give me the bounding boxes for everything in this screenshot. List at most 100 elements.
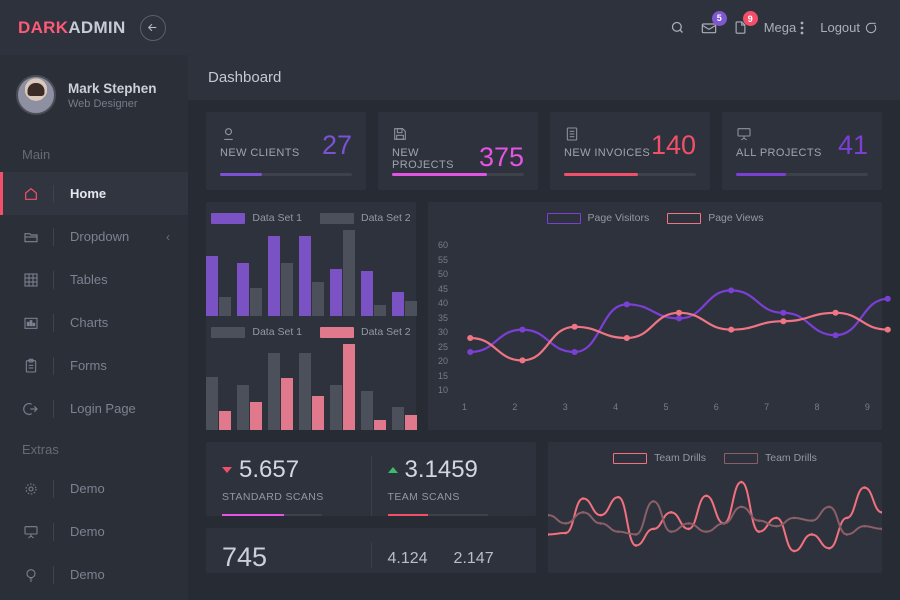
- x-tick: 9: [864, 402, 870, 412]
- legend-swatch: [320, 212, 354, 224]
- trend-up-icon: [387, 467, 398, 473]
- stat-value: 375: [478, 142, 524, 172]
- mega-menu-button[interactable]: Mega: [764, 20, 805, 35]
- y-tick: 40: [438, 298, 449, 308]
- y-tick: 15: [438, 370, 449, 381]
- home-icon: [22, 185, 39, 202]
- team-drills-card: Team Drills Team Drills: [546, 442, 884, 573]
- sidebar-item-label: Demo: [70, 524, 105, 539]
- sidebar-item-demo-2[interactable]: Demo: [0, 510, 188, 553]
- sidebar-item-demo-1[interactable]: Demo: [0, 467, 188, 510]
- stat-card-new-projects[interactable]: NEW PROJECTS 375: [378, 112, 538, 190]
- team-scans-label: TEAM SCANS: [387, 491, 460, 503]
- bar: [280, 262, 293, 316]
- stat-card-all-projects[interactable]: ALL PROJECTS 41: [722, 112, 882, 190]
- nav-divider: [53, 270, 54, 289]
- legend-swatch: [724, 452, 758, 464]
- documents-badge: 9: [742, 11, 758, 26]
- legend-item[interactable]: Page Views: [667, 212, 763, 224]
- bar: [311, 281, 324, 316]
- logout-button[interactable]: Logout: [820, 20, 878, 35]
- y-axis-labels: 60 55 50 45 40 35 30 25 20 15 10: [438, 240, 448, 395]
- sidebar-collapse-button[interactable]: [139, 14, 166, 41]
- legend-item[interactable]: Data Set 2: [320, 212, 411, 224]
- profile-name: Mark Stephen: [68, 80, 157, 96]
- legend-item[interactable]: Data Set 2: [320, 326, 411, 338]
- clipboard-icon: [22, 357, 39, 374]
- sidebar-item-dropdown[interactable]: Dropdown ‹: [0, 215, 188, 258]
- page-header: Dashboard: [188, 55, 900, 100]
- line-chart-plot: [467, 287, 891, 364]
- team-scans-value: 3.1459: [404, 456, 478, 483]
- legend-item[interactable]: Data Set 1: [211, 326, 302, 338]
- nav-divider: [53, 313, 54, 332]
- presentation-icon: [736, 126, 822, 144]
- legend-label: Data Set 2: [361, 212, 411, 224]
- primary-number-cell[interactable]: 745: [206, 542, 371, 573]
- bar: [205, 376, 218, 430]
- standard-scans-cell[interactable]: 5.657 STANDARD SCANS: [206, 456, 371, 516]
- gear-icon: [22, 480, 39, 497]
- sidebar-item-home[interactable]: Home: [0, 172, 188, 215]
- bar-chart-bottom-legend: Data Set 1 Data Set 2: [206, 316, 416, 338]
- secondary-number-b: 2.147: [453, 550, 494, 567]
- secondary-numbers-cell[interactable]: 4.124 2.147: [370, 542, 537, 568]
- main-content: Dashboard NEW CLIENTS 27 NEW PROJECTS 37…: [188, 55, 900, 600]
- bar-chart-top-legend: Data Set 1 Data Set 2: [206, 202, 416, 224]
- bar-group: [329, 230, 355, 316]
- stat-label: ALL PROJECTS: [736, 147, 822, 159]
- legend-swatch: [211, 326, 246, 338]
- bar: [360, 271, 373, 316]
- sidebar-item-label: Tables: [70, 272, 108, 287]
- search-button[interactable]: [670, 20, 685, 35]
- scans-card: 5.657 STANDARD SCANS 3.1459 TEAM SCANS: [206, 442, 536, 516]
- messages-button[interactable]: 5: [701, 10, 727, 36]
- stat-label: NEW PROJECTS: [392, 147, 454, 171]
- legend-item[interactable]: Team Drills: [613, 452, 706, 464]
- team-drills-legend: Team Drills Team Drills: [548, 442, 882, 464]
- bar: [267, 352, 280, 430]
- topbar-actions: 5 9 Mega Logout: [670, 10, 900, 36]
- page-title: Dashboard: [208, 69, 282, 86]
- stat-cards-row: NEW CLIENTS 27 NEW PROJECTS 375 NEW INVO…: [206, 112, 882, 190]
- x-tick: 6: [713, 402, 719, 412]
- user-profile[interactable]: Mark Stephen Web Designer: [0, 55, 188, 135]
- sidebar-item-label: Forms: [70, 358, 107, 373]
- progress-fill: [392, 173, 488, 176]
- legend-item[interactable]: Data Set 1: [211, 212, 302, 224]
- sidebar-item-login-page[interactable]: Login Page: [0, 387, 188, 430]
- bar: [249, 402, 262, 430]
- bar: [298, 352, 311, 430]
- documents-button[interactable]: 9: [733, 11, 758, 35]
- sidebar-item-forms[interactable]: Forms: [0, 344, 188, 387]
- bar: [267, 236, 280, 316]
- team-scans-cell[interactable]: 3.1459 TEAM SCANS: [370, 456, 537, 516]
- sidebar-item-demo-3[interactable]: Demo: [0, 553, 188, 596]
- bar: [360, 391, 373, 430]
- folder-icon: [22, 228, 39, 245]
- x-tick: 3: [562, 402, 568, 412]
- bar: [391, 291, 404, 316]
- bar-group: [298, 352, 324, 430]
- logo-dark-text: DARK: [18, 17, 69, 37]
- stat-card-new-invoices[interactable]: NEW INVOICES 140: [550, 112, 710, 190]
- bar-charts-card: Data Set 1 Data Set 2 Data Set 1 Data Se…: [205, 202, 417, 430]
- progress-fill: [736, 173, 787, 176]
- sidebar-item-charts[interactable]: Charts: [0, 301, 188, 344]
- standard-scans-value-wrap: 5.657: [222, 456, 355, 484]
- progress-bar: [736, 173, 868, 176]
- legend-item[interactable]: Page Visitors: [546, 212, 649, 224]
- bar: [311, 395, 324, 430]
- logout-label: Logout: [820, 20, 860, 35]
- avatar: [16, 75, 56, 115]
- sidebar-item-label: Home: [70, 186, 107, 201]
- sidebar-item-tables[interactable]: Tables: [0, 258, 188, 301]
- legend-item[interactable]: Team Drills: [724, 452, 817, 464]
- y-tick: 20: [438, 356, 449, 366]
- app-logo[interactable]: DARKADMIN: [18, 18, 126, 38]
- legend-swatch: [613, 452, 648, 464]
- legend-swatch: [546, 212, 581, 224]
- sidebar-item-label: Charts: [70, 315, 109, 330]
- stat-card-new-clients[interactable]: NEW CLIENTS 27: [206, 112, 366, 190]
- vertical-dots-icon: [800, 21, 804, 34]
